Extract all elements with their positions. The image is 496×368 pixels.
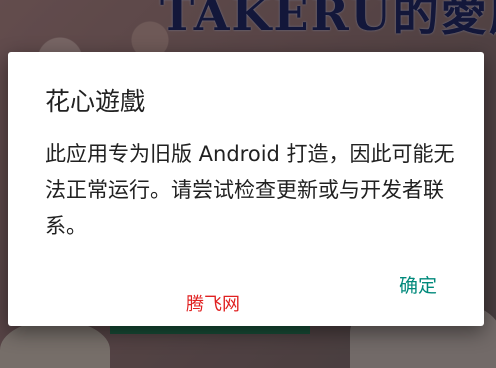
dialog-title: 花心遊戲 — [45, 87, 146, 116]
dialog-message: 此应用专为旧版 Android 打造，因此可能无法正常运行。请尝试检查更新或与开… — [45, 142, 455, 238]
watermark-text: 腾飞网 — [186, 294, 240, 315]
ok-button[interactable]: 确定 — [378, 264, 458, 304]
screen: TAKERU的愛慮 花心遊戲 此应用专为旧版 Android 打造，因此可能无法… — [0, 0, 496, 368]
compatibility-dialog: 花心遊戲 此应用专为旧版 Android 打造，因此可能无法正常运行。请尝试检查… — [8, 52, 484, 326]
